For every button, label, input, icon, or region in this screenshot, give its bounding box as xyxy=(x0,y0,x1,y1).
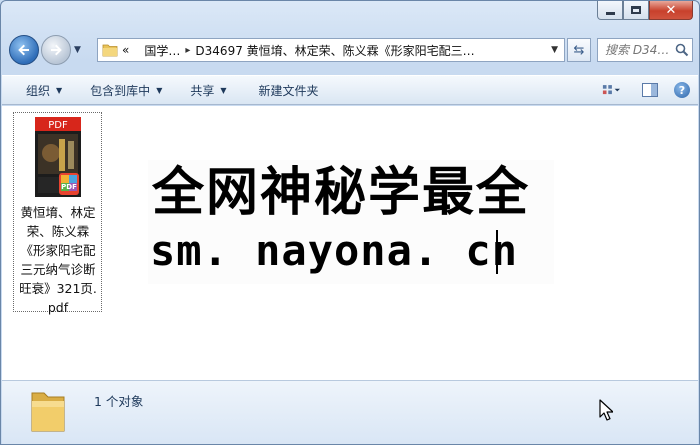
back-button[interactable] xyxy=(9,35,39,65)
details-pane: 1 个对象 xyxy=(2,380,698,444)
explorer-window: ✕ ▼ « ▸ 国学… ▸ D34697 黄恒堉、林定荣、陈义霖《形家阳宅配三…… xyxy=(0,0,700,445)
item-count: 1 个对象 xyxy=(94,394,144,409)
minimize-button[interactable] xyxy=(597,1,623,20)
close-button[interactable]: ✕ xyxy=(649,1,693,20)
dropdown-icon: ▼ xyxy=(156,85,163,95)
organize-label: 组织 xyxy=(26,83,51,98)
view-grid-icon xyxy=(602,84,620,94)
recent-locations-button[interactable]: ▼ xyxy=(74,45,84,55)
dropdown-icon: ▼ xyxy=(56,85,63,95)
search-input[interactable] xyxy=(605,43,675,57)
mouse-cursor-icon xyxy=(599,399,613,421)
breadcrumb-item[interactable]: D34697 黄恒堉、林定荣、陈义霖《形家阳宅配三… xyxy=(195,42,474,59)
share-label: 共享 xyxy=(190,83,215,98)
breadcrumb-overflow[interactable]: « xyxy=(122,43,129,57)
forward-button[interactable] xyxy=(41,35,71,65)
text-caret xyxy=(496,230,498,274)
breadcrumb-item[interactable]: 国学… xyxy=(144,42,180,59)
arrow-right-icon xyxy=(51,44,62,56)
help-button[interactable]: ? xyxy=(672,80,692,100)
maximize-button[interactable] xyxy=(623,1,649,20)
new-folder-button[interactable]: 新建文件夹 xyxy=(249,79,329,101)
share-menu[interactable]: 共享 ▼ xyxy=(180,79,236,101)
folder-icon xyxy=(31,392,65,432)
folder-icon xyxy=(102,44,118,57)
minimize-icon xyxy=(605,11,615,15)
pdf-badge-text: PDF xyxy=(48,120,68,131)
caption-buttons: ✕ xyxy=(597,1,693,20)
dropdown-icon: ▼ xyxy=(220,85,227,95)
change-view-button[interactable] xyxy=(594,80,628,100)
file-item[interactable]: PDF PDF 黄恒堉、林定荣、陈义霖《形家阳宅配三元纳气诊断旺衰》321页.p… xyxy=(13,112,102,315)
pdf-logo-text: PDF xyxy=(61,183,77,191)
maximize-icon xyxy=(631,6,641,14)
watermark-overlay: 全网神秘学最全 sm. nayona. cn xyxy=(148,160,554,284)
watermark-url: sm. nayona. cn xyxy=(150,226,519,275)
preview-pane-button[interactable] xyxy=(640,80,660,100)
file-list-pane[interactable]: PDF PDF 黄恒堉、林定荣、陈义霖《形家阳宅配三元纳气诊断旺衰》321页.p… xyxy=(2,106,698,380)
help-icon: ? xyxy=(674,82,690,98)
pdf-file-thumbnail: PDF PDF xyxy=(35,117,81,197)
view-controls: ? xyxy=(594,80,692,100)
breadcrumb-separator-icon[interactable]: ▸ xyxy=(185,45,190,56)
file-name-label[interactable]: 黄恒堉、林定荣、陈义霖《形家阳宅配三元纳气诊断旺衰》321页.pdf xyxy=(16,203,100,317)
address-dropdown-icon[interactable]: ▼ xyxy=(551,45,558,55)
organize-menu[interactable]: 组织 ▼ xyxy=(16,79,72,101)
include-in-library-label: 包含到库中 xyxy=(90,83,151,98)
close-icon: ✕ xyxy=(665,2,677,18)
include-in-library-menu[interactable]: 包含到库中 ▼ xyxy=(80,79,172,101)
address-bar[interactable]: « ▸ 国学… ▸ D34697 黄恒堉、林定荣、陈义霖《形家阳宅配三… ▼ xyxy=(97,38,565,62)
navigation-bar: ▼ « ▸ 国学… ▸ D34697 黄恒堉、林定荣、陈义霖《形家阳宅配三… ▼… xyxy=(9,33,693,67)
command-bar: 组织 ▼ 包含到库中 ▼ 共享 ▼ 新建文件夹 ? xyxy=(2,75,698,105)
new-folder-label: 新建文件夹 xyxy=(258,83,319,98)
search-box[interactable] xyxy=(597,38,693,62)
refresh-button[interactable]: ⇆ xyxy=(567,38,591,62)
watermark-slogan: 全网神秘学最全 xyxy=(152,163,531,223)
preview-pane-icon xyxy=(642,83,658,97)
refresh-icon: ⇆ xyxy=(573,42,585,58)
arrow-left-icon xyxy=(18,44,29,56)
search-icon[interactable] xyxy=(675,43,689,57)
